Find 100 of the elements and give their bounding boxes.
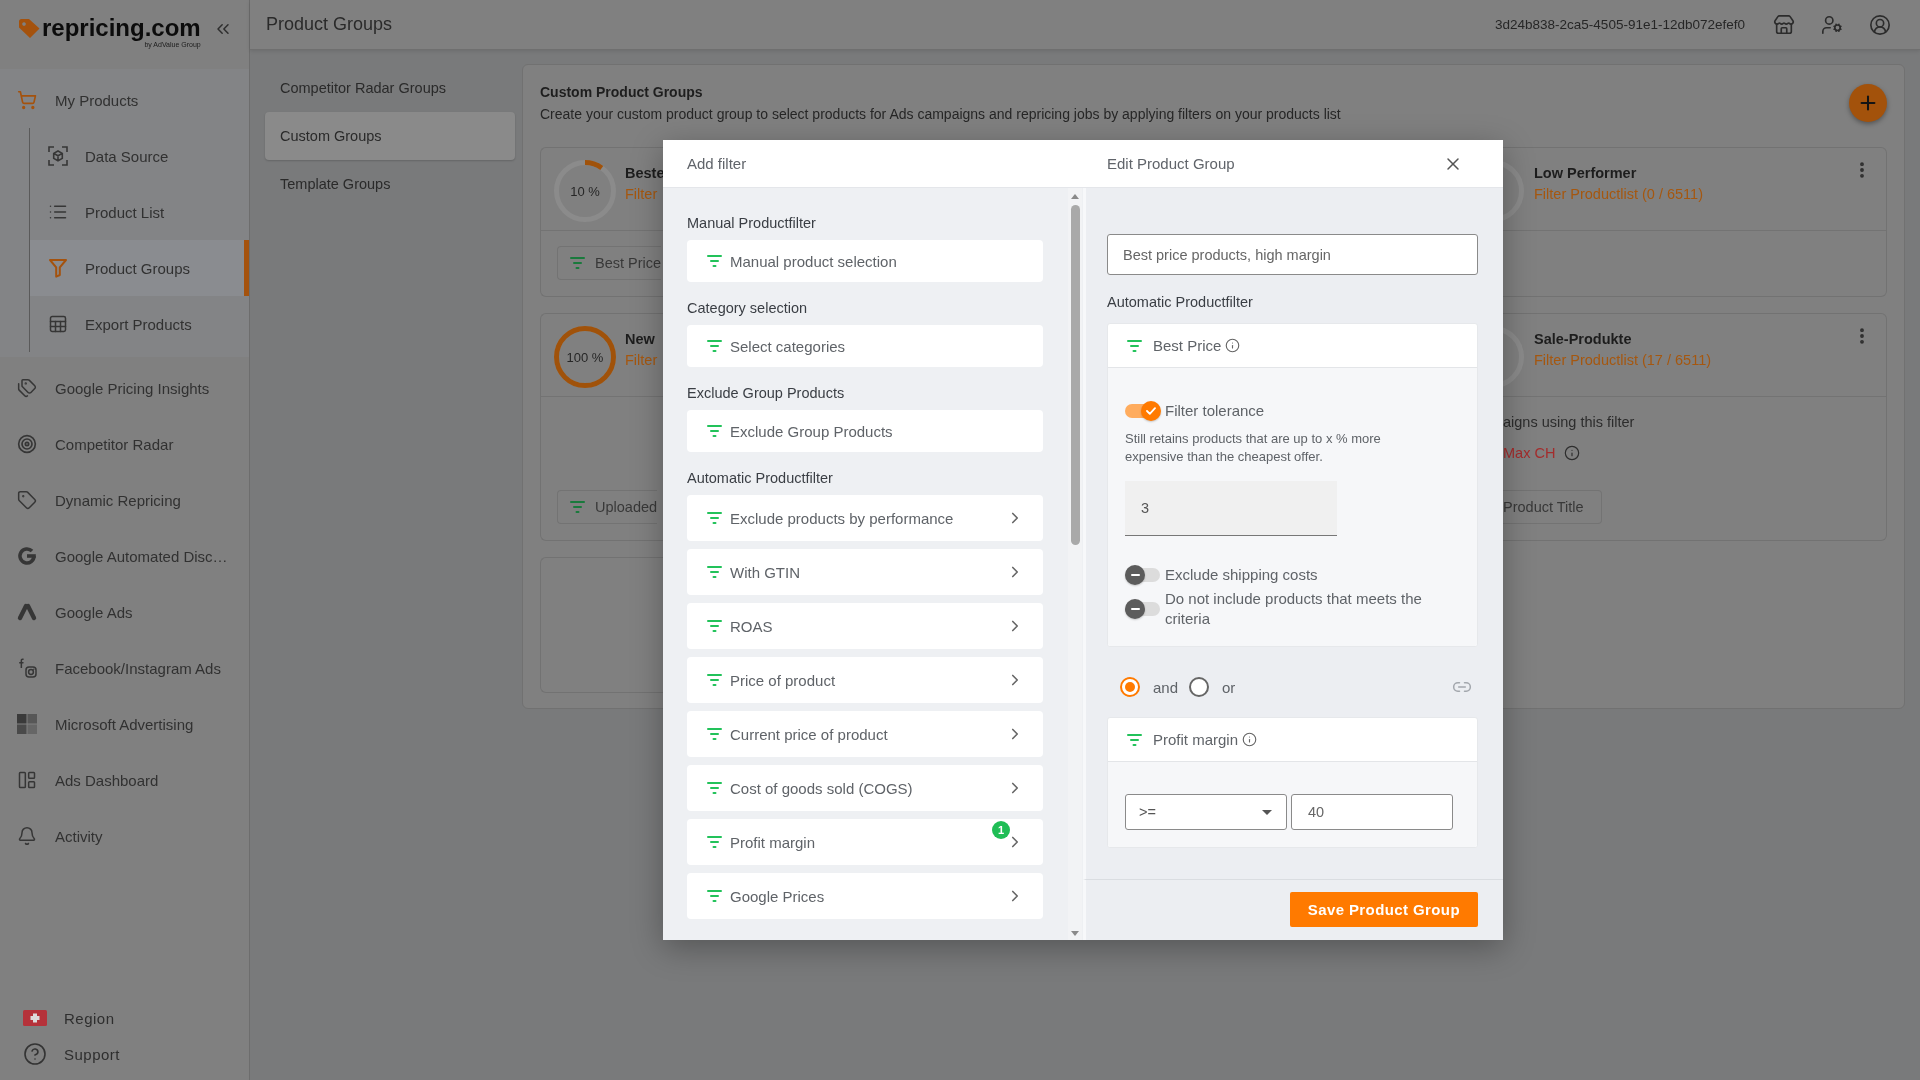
spreadsheet-icon	[48, 314, 68, 334]
info-icon[interactable]	[1242, 732, 1258, 747]
nav-item[interactable]: Dynamic Repricing	[0, 472, 249, 528]
nav-item[interactable]: Competitor Radar	[0, 416, 249, 472]
a-logo-icon	[17, 603, 37, 621]
panel-description: Create your custom product group to select products for Ads campaigns and repricing jobs by applying filters on your products list	[540, 105, 1341, 124]
minus-icon	[1130, 574, 1140, 576]
filter-lines-icon	[1127, 339, 1142, 352]
value-field[interactable]: 40	[1291, 794, 1453, 830]
filter-lines-icon	[707, 566, 722, 578]
section-title: Manual Productfilter	[687, 214, 817, 233]
filter-lines-icon	[707, 255, 722, 267]
section-title: Automatic Productfilter	[1107, 293, 1254, 312]
add-group-button[interactable]	[1849, 84, 1887, 122]
section-title: Exclude Group Products	[687, 384, 846, 403]
help-text: Still retains products that are up to x % more expensive than the cheapest offer.	[1125, 430, 1382, 465]
footer-link[interactable]: Region	[0, 1000, 249, 1036]
scroll-down-icon[interactable]	[1071, 931, 1079, 936]
toggle-switch[interactable]	[1125, 400, 1161, 422]
filter-option[interactable]: Exclude products by performance	[687, 495, 1043, 541]
pane-title: Add filter	[687, 155, 747, 172]
toggle-label: Do not include products that meets the criteria	[1165, 589, 1423, 629]
filter-option[interactable]: Exclude Group Products	[687, 410, 1043, 452]
campaigns-label: aigns using this filter	[1503, 413, 1635, 432]
nav-item[interactable]: Google Pricing Insights	[0, 360, 249, 416]
scanned-box-icon	[48, 146, 68, 166]
scrollbar-thumb[interactable]	[1070, 205, 1080, 545]
group-title: Beste	[625, 164, 666, 183]
list-icon	[48, 202, 68, 222]
tag-icon	[17, 490, 37, 510]
nav-subitem[interactable]: Product List	[30, 184, 249, 240]
nav-item[interactable]: Microsoft Advertising	[0, 696, 249, 752]
info-icon[interactable]	[1225, 338, 1241, 353]
filter-option[interactable]: Select categories	[687, 325, 1043, 367]
four-squares-icon	[17, 714, 37, 734]
filter-option[interactable]: Manual product selection	[687, 240, 1043, 282]
nav-item[interactable]: Google Automated Disc…	[0, 528, 249, 584]
campaign-link[interactable]: Max CH	[1503, 443, 1556, 463]
tolerance-field[interactable]: 3	[1125, 481, 1337, 536]
group-tab[interactable]: Template Groups	[265, 160, 515, 208]
check-icon	[1146, 407, 1156, 415]
page-title: Product Groups	[266, 14, 394, 35]
chip-label: Best Price	[595, 255, 662, 271]
group-tab[interactable]: Competitor Radar Groups	[265, 64, 515, 112]
nav-subitem[interactable]: Data Source	[30, 128, 249, 184]
radio-button[interactable]	[1120, 677, 1140, 697]
group-title: Sale-Produkte	[1534, 330, 1633, 349]
radio-label: and	[1153, 678, 1179, 696]
info-icon[interactable]	[1564, 445, 1581, 461]
toggle-label: Filter tolerance	[1165, 401, 1265, 421]
filter-option[interactable]: Price of product	[687, 657, 1043, 703]
panel-title: Custom Product Groups	[540, 83, 704, 102]
nav-item[interactable]: My Products	[0, 72, 249, 128]
nav-item[interactable]: Ads Dashboard	[0, 752, 249, 808]
minus-icon	[1130, 608, 1140, 610]
pane-title: Edit Product Group	[1107, 155, 1235, 172]
nav-subitem[interactable]: Export Products	[30, 296, 249, 352]
toggle-switch[interactable]	[1125, 564, 1161, 586]
filter-option[interactable]: With GTIN	[687, 549, 1043, 595]
layout-panel-icon	[17, 770, 37, 790]
group-tab[interactable]: Custom Groups	[265, 112, 515, 160]
nav-subitem[interactable]: Product Groups	[30, 240, 249, 296]
section-title: Automatic Productfilter	[687, 469, 834, 488]
cart-icon	[17, 90, 37, 110]
nav-item[interactable]: Facebook/Instagram Ads	[0, 640, 249, 696]
filter-lines-icon	[707, 620, 722, 632]
target-icon	[17, 434, 37, 454]
filter-lines-icon	[570, 501, 585, 513]
group-name-field[interactable]: Best price products, high margin	[1107, 234, 1478, 275]
operator-select[interactable]: >=	[1125, 794, 1287, 830]
nav-item[interactable]: Google Ads	[0, 584, 249, 640]
chip-label: Product Title	[1503, 499, 1584, 515]
filter-lines-icon	[707, 728, 722, 740]
store-icon[interactable]	[1773, 13, 1795, 36]
filter-lines-icon	[707, 782, 722, 794]
filter-lines-icon	[707, 890, 722, 902]
bell-icon	[17, 826, 37, 846]
radio-label: or	[1222, 678, 1236, 696]
filter-lines-icon	[707, 836, 722, 848]
radio-button[interactable]	[1189, 677, 1210, 697]
tags-icon	[17, 378, 37, 398]
footer-link[interactable]: Support	[0, 1036, 249, 1072]
scrollbar[interactable]	[1068, 188, 1082, 940]
filter-option[interactable]: Google Prices	[687, 873, 1043, 919]
caret-down-icon	[1262, 809, 1272, 815]
user-circle-icon[interactable]	[1869, 13, 1891, 36]
ring-percentage: 10 %	[570, 183, 600, 199]
filter-option[interactable]: ROAS	[687, 603, 1043, 649]
scroll-up-icon[interactable]	[1071, 194, 1079, 199]
filter-lines-icon	[707, 512, 722, 524]
filter-option[interactable]: Cost of goods sold (COGS)	[687, 765, 1043, 811]
toggle-switch[interactable]	[1125, 598, 1161, 620]
filter-lines-icon	[570, 257, 585, 269]
filter-option[interactable]: Current price of product	[687, 711, 1043, 757]
save-button[interactable]: Save Product Group	[1289, 892, 1478, 927]
user-settings-icon[interactable]	[1821, 13, 1843, 36]
filter-lines-icon	[707, 425, 722, 437]
chip-label: Uploaded	[595, 499, 658, 515]
g-logo-icon	[17, 546, 37, 566]
nav-item[interactable]: Activity	[0, 808, 249, 864]
